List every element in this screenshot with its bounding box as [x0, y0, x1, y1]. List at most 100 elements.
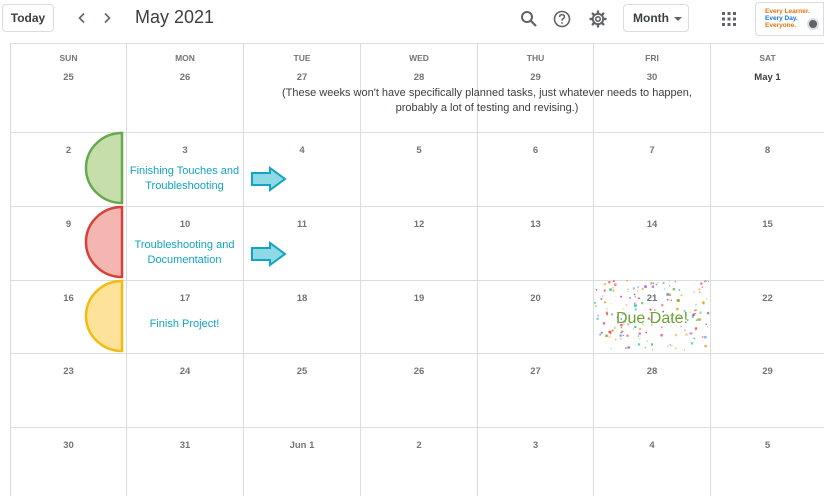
day-number[interactable]: 30 [594, 72, 710, 83]
day-number[interactable]: 14 [594, 219, 710, 230]
search-button[interactable] [518, 8, 540, 30]
day-cell[interactable]: 2 [361, 428, 478, 496]
day-number[interactable]: 5 [711, 440, 824, 451]
today-button[interactable]: Today [2, 4, 54, 32]
day-number[interactable]: 28 [594, 366, 710, 377]
day-cell[interactable]: 31 [127, 428, 244, 496]
half-circle-event-2 [84, 205, 124, 279]
day-number[interactable]: 13 [478, 219, 593, 230]
logo-line-3: Everyone. [765, 22, 797, 29]
weeks-note: (These weeks won't have specifically pla… [282, 87, 692, 114]
day-cell[interactable]: 15 [711, 207, 824, 281]
calendar-header: Today May 2021 Month Every Learner. Ever… [0, 0, 824, 38]
event-troubleshooting-documentation[interactable]: Troubleshooting and Documentation [127, 238, 242, 268]
view-selector[interactable]: Month [623, 4, 689, 32]
help-button[interactable] [551, 8, 573, 30]
day-number[interactable]: 20 [478, 293, 593, 304]
event-finish-project[interactable]: Finish Project! [127, 317, 242, 332]
day-cell[interactable]: 14 [594, 207, 711, 281]
day-number[interactable]: Jun 1 [244, 440, 360, 451]
next-month-button[interactable] [97, 8, 117, 28]
day-number[interactable]: 3 [478, 440, 593, 451]
chevron-left-icon [78, 12, 85, 24]
half-circle-event-3 [84, 279, 124, 353]
help-icon [553, 10, 571, 28]
day-number[interactable]: 23 [11, 366, 126, 377]
day-cell[interactable]: 5 [361, 133, 478, 207]
day-cell[interactable]: 4 [594, 428, 711, 496]
day-cell[interactable]: 26 [361, 354, 478, 428]
day-cell[interactable]: 7 [594, 133, 711, 207]
day-number[interactable]: 25 [11, 72, 126, 83]
day-number[interactable]: 12 [361, 219, 477, 230]
day-number[interactable]: 25 [244, 366, 360, 377]
week-row: 23 24 25 26 27 28 29 [11, 354, 824, 428]
day-number[interactable]: 7 [594, 145, 710, 156]
apps-grid-icon [722, 12, 736, 26]
day-cell[interactable]: 23 [11, 354, 127, 428]
day-cell[interactable]: 25 [244, 354, 361, 428]
day-cell[interactable]: 6 [478, 133, 594, 207]
day-cell[interactable]: 29 [711, 354, 824, 428]
day-cell[interactable]: SAT May 1 [711, 44, 824, 133]
day-number[interactable]: 27 [244, 72, 360, 83]
weekday-header: WED [409, 53, 429, 63]
day-cell[interactable]: 3 [478, 428, 594, 496]
month-title: May 2021 [135, 7, 215, 27]
day-cell[interactable]: 27 [478, 354, 594, 428]
day-number[interactable]: 22 [711, 293, 824, 304]
day-number[interactable]: 28 [361, 72, 477, 83]
arrow-right-icon [251, 166, 287, 192]
organization-logo[interactable]: Every Learner. Every Day. Everyone. [755, 2, 824, 36]
day-number[interactable]: 26 [361, 366, 477, 377]
day-number[interactable]: 15 [711, 219, 824, 230]
caret-down-icon [674, 17, 682, 21]
weekday-header: THU [526, 53, 545, 63]
day-cell[interactable]: 5 [711, 428, 824, 496]
arrow-right-icon [251, 241, 287, 267]
day-number[interactable]: 17 [127, 293, 243, 304]
day-number[interactable]: 6 [478, 145, 593, 156]
day-cell[interactable]: 12 [361, 207, 478, 281]
day-number[interactable]: 18 [244, 293, 360, 304]
day-cell[interactable]: 30 [11, 428, 127, 496]
day-number[interactable]: 29 [711, 366, 824, 377]
weekday-header: FRI [645, 53, 659, 63]
day-number[interactable]: 24 [127, 366, 243, 377]
day-cell[interactable]: MON 26 [127, 44, 244, 133]
day-number[interactable]: 30 [11, 440, 126, 451]
day-cell[interactable]: SUN 25 [11, 44, 127, 133]
apps-button[interactable] [718, 8, 740, 30]
day-number[interactable]: 8 [711, 145, 824, 156]
day-cell[interactable]: 24 [127, 354, 244, 428]
day-number[interactable]: 29 [478, 72, 593, 83]
weekday-header: MON [175, 53, 195, 63]
day-number[interactable]: 10 [127, 219, 243, 230]
day-number[interactable]: 4 [244, 145, 360, 156]
day-cell[interactable]: 13 [478, 207, 594, 281]
day-number[interactable]: 2 [361, 440, 477, 451]
weekday-header: SAT [759, 53, 776, 63]
day-number[interactable]: 27 [478, 366, 593, 377]
day-number[interactable]: 31 [127, 440, 243, 451]
due-date-label[interactable]: Due Date! [594, 310, 710, 328]
day-number[interactable]: May 1 [711, 72, 824, 83]
day-cell[interactable]: 18 [244, 281, 361, 354]
day-cell[interactable]: 20 [478, 281, 594, 354]
day-number[interactable]: 11 [244, 219, 360, 230]
day-cell[interactable]: 19 [361, 281, 478, 354]
day-cell[interactable]: 28 [594, 354, 711, 428]
day-cell[interactable]: 22 [711, 281, 824, 354]
day-number[interactable]: 26 [127, 72, 243, 83]
day-number[interactable]: 5 [361, 145, 477, 156]
previous-month-button[interactable] [72, 8, 92, 28]
day-number[interactable]: 3 [127, 145, 243, 156]
logo-line-1: Every Learner. [765, 8, 810, 15]
day-number[interactable]: 4 [594, 440, 710, 451]
day-number[interactable]: 19 [361, 293, 477, 304]
settings-button[interactable] [587, 8, 609, 30]
day-cell[interactable]: Jun 1 [244, 428, 361, 496]
day-cell[interactable]: 8 [711, 133, 824, 207]
avatar-icon [807, 18, 819, 30]
event-finishing-touches[interactable]: Finishing Touches and Troubleshooting [127, 164, 242, 194]
